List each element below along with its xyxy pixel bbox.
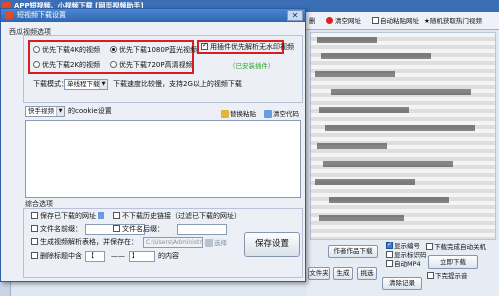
auto-mp4-checkbox[interactable]: 自动MP4 — [386, 260, 421, 269]
close-icon[interactable]: ✕ — [287, 10, 303, 21]
delete-close-input[interactable]: 】 — [129, 251, 155, 262]
main-toolbar: 删 清空网址 自动粘贴网址 ★随机获取热门视频 — [306, 12, 499, 30]
show-marker-checkbox[interactable]: 显示标识码 — [386, 251, 427, 260]
main-bottom-panel: 作者作品下载 显示编号 显示标识码 自动MP4 下载完成自动关机 立即下载 文件… — [306, 240, 499, 296]
cookie-label: 的cookie设置 — [68, 107, 112, 115]
paste-icon — [221, 110, 229, 118]
folder-icon — [98, 212, 104, 219]
video-list-blurred — [310, 32, 496, 240]
download-mode-select[interactable]: 单线程下载 ▼ — [64, 79, 108, 90]
download-mode-label: 下载模式： — [33, 80, 68, 88]
clear-url-button[interactable]: 清空网址 — [326, 15, 361, 27]
clear-record-button[interactable]: 清除记录 — [382, 277, 422, 290]
plugin-no-watermark-checkbox[interactable]: 用插件优先解析无水印视频 — [201, 41, 294, 52]
clear-url-label: 清空网址 — [335, 17, 361, 25]
folder-icon — [205, 239, 213, 247]
delete-title-checkbox[interactable]: 删除标题中含 — [31, 252, 82, 261]
auto-paste-checkbox[interactable]: 自动粘贴网址 — [372, 15, 419, 27]
show-number-checkbox[interactable]: 显示编号 — [386, 242, 420, 251]
generate-button[interactable]: 生成 — [333, 267, 353, 280]
auto-paste-label: 自动粘贴网址 — [380, 17, 419, 25]
dialog-titlebar: 短视频下载设置 ✕ — [1, 9, 305, 22]
delete-open-input[interactable]: 【 — [85, 251, 105, 262]
save-path-input[interactable]: C:\Users\Administrator\D — [143, 237, 203, 248]
shutdown-checkbox[interactable]: 下载完成自动关机 — [426, 243, 486, 252]
clear-icon — [326, 17, 333, 24]
tab-fragment[interactable]: 删 — [309, 15, 316, 27]
chevron-down-icon: ▼ — [99, 80, 107, 89]
complete-sound-checkbox[interactable]: 下完提示音 — [427, 272, 468, 281]
download-mode-hint: 下载速度比较慢，支持2G以上的视频下载 — [113, 80, 242, 88]
save-settings-button[interactable]: 保存设置 — [244, 232, 300, 257]
radio-720p[interactable]: 优先下载720P高清视频 — [110, 61, 193, 70]
chevron-down-icon: ▼ — [56, 107, 64, 116]
radio-1080p[interactable]: 优先下载1080P蓝光视频 — [110, 46, 197, 55]
clear-code-button[interactable]: 清空代码 — [264, 110, 299, 119]
radio-2k[interactable]: 优先下载2K的视频 — [33, 61, 100, 70]
pick-button[interactable]: 挑选 — [357, 267, 377, 280]
dialog-app-icon — [5, 12, 13, 19]
download-now-button[interactable]: 立即下载 — [428, 255, 478, 269]
parse-table-checkbox[interactable]: 生成视频解析表格，并保存在： — [31, 238, 138, 247]
clear-code-icon — [264, 110, 272, 118]
cookie-site-select[interactable]: 快手视频 ▼ — [25, 106, 65, 117]
settings-dialog: 短视频下载设置 ✕ 西瓜视频选项 优先下载4K的视频 优先下载1080P蓝光视频… — [0, 8, 306, 282]
folder-button[interactable]: 文件夹 — [308, 267, 330, 280]
file-suffix-input[interactable] — [177, 224, 227, 235]
file-suffix-checkbox[interactable]: 文件名后缀： — [113, 225, 164, 234]
no-history-checkbox[interactable]: 不下载历史链接（过滤已下载的网址） — [113, 212, 241, 221]
random-hot-video-button[interactable]: ★随机获取热门视频 — [424, 15, 482, 27]
radio-4k[interactable]: 优先下载4K的视频 — [33, 46, 100, 55]
file-prefix-checkbox[interactable]: 文件名前缀： — [31, 225, 82, 234]
dialog-title: 短视频下载设置 — [17, 11, 66, 19]
cookie-textarea[interactable] — [25, 120, 301, 198]
save-downloaded-checkbox[interactable]: 保存已下载的网址 — [31, 212, 104, 221]
choose-path-button[interactable]: 选择 — [205, 239, 227, 248]
delete-tail-label: 的内容 — [158, 252, 179, 260]
plugin-installed-note: （已安装插件） — [229, 62, 275, 70]
works-download-button[interactable]: 作者作品下载 — [328, 245, 378, 258]
delete-dash: —— — [111, 252, 125, 260]
replace-paste-button[interactable]: 替换粘贴 — [221, 110, 256, 119]
